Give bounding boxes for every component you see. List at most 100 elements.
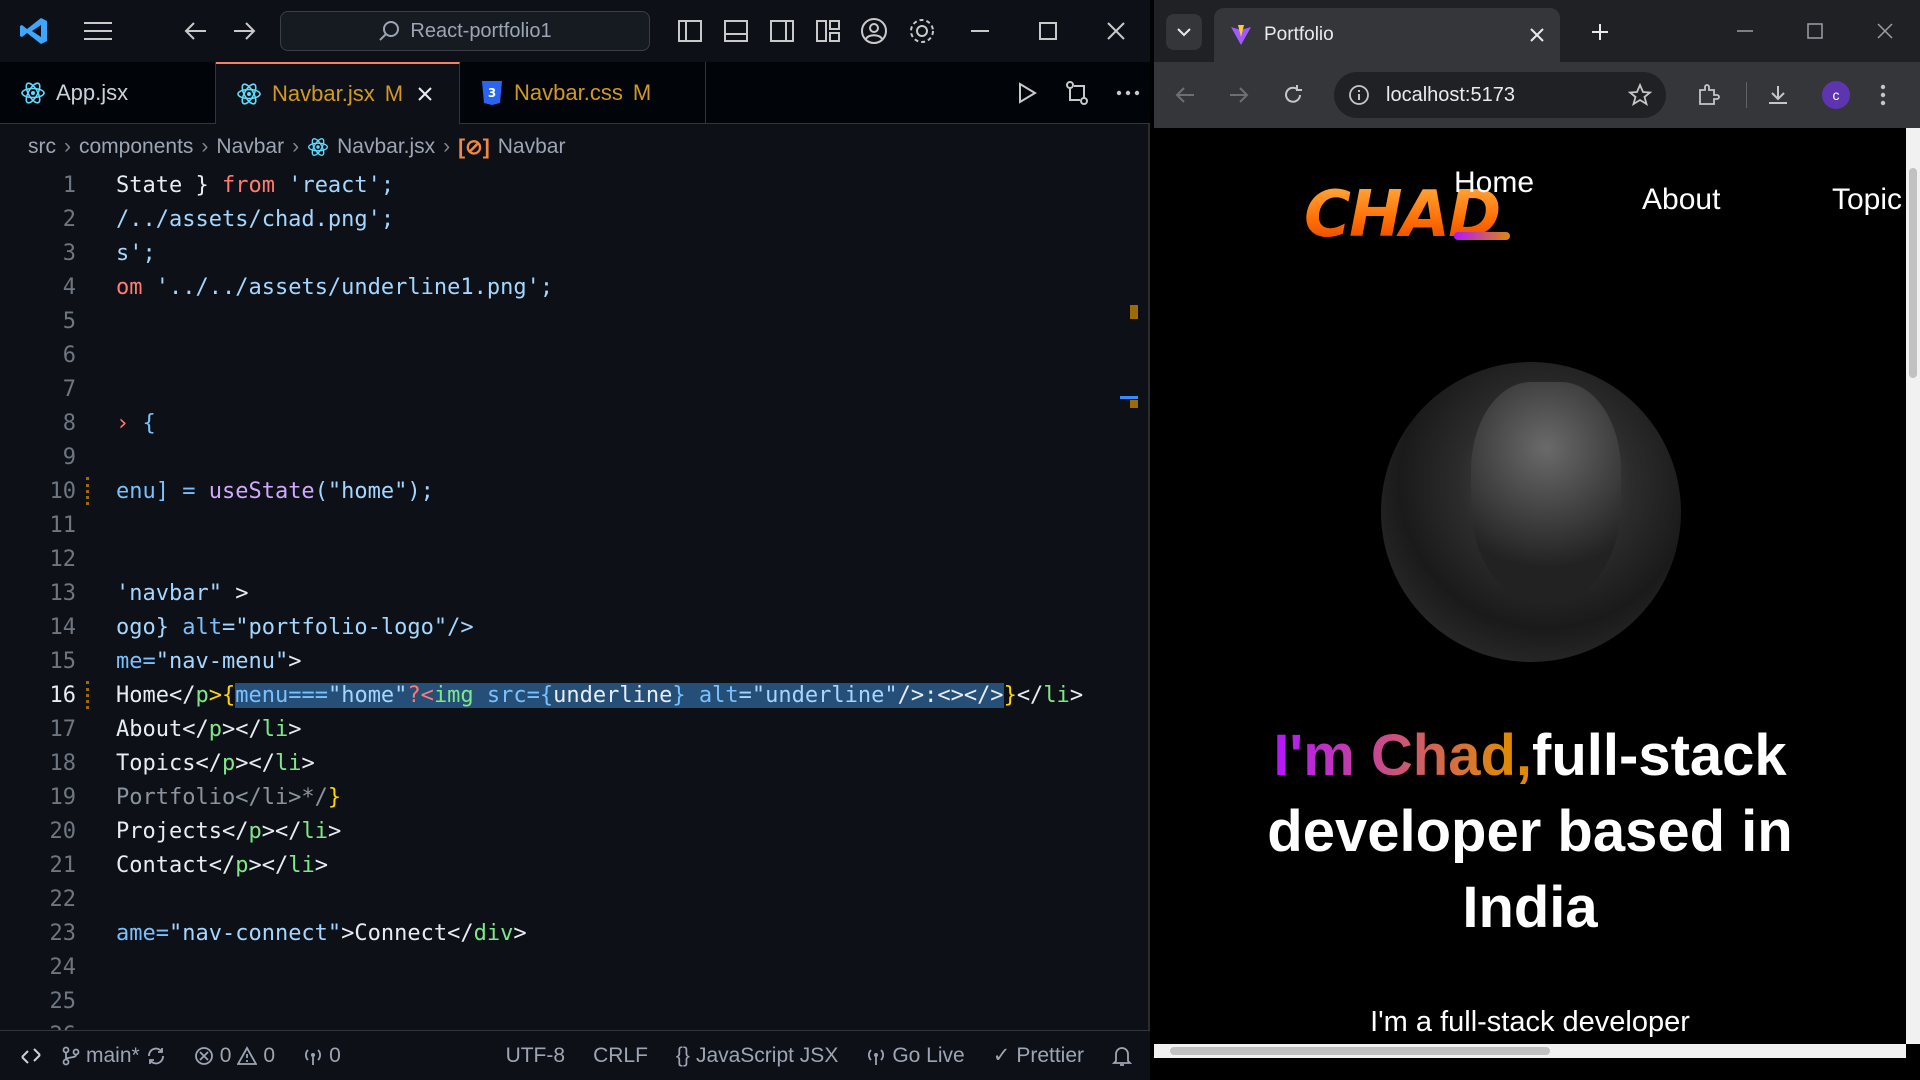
nav-item-about[interactable]: About xyxy=(1642,183,1720,217)
scrollbar-thumb[interactable] xyxy=(1909,168,1917,378)
language-mode-status[interactable]: {} JavaScript JSX xyxy=(676,1044,838,1068)
browser-tabstrip: Portfolio xyxy=(1154,0,1920,62)
svg-text:3: 3 xyxy=(488,86,496,100)
tab-search-chevron-icon[interactable] xyxy=(1166,14,1202,50)
close-window-icon[interactable] xyxy=(1876,22,1894,40)
back-icon[interactable] xyxy=(1174,62,1196,128)
code-text: Portfolio</li>*/} xyxy=(116,784,342,810)
new-tab-icon[interactable] xyxy=(1582,14,1618,50)
horizontal-scrollbar[interactable] xyxy=(1154,1044,1906,1058)
minimize-icon[interactable] xyxy=(1736,22,1754,40)
minimize-icon[interactable] xyxy=(962,0,998,62)
code-line: 23 ame="nav-connect">Connect</div> xyxy=(0,916,1130,950)
problems-status[interactable]: 0 0 xyxy=(194,1044,275,1068)
chevron-right-icon: › xyxy=(292,135,300,158)
code-text: 'navbar" > xyxy=(116,580,249,606)
tab-navbar-css[interactable]: 3 Navbar.css M xyxy=(460,62,706,124)
downloads-icon[interactable] xyxy=(1766,62,1790,128)
overview-ruler[interactable] xyxy=(1120,168,1138,1030)
branch-status[interactable]: main* xyxy=(62,1044,166,1068)
code-text: om '../../assets/underline1.png'; xyxy=(116,274,554,300)
chevron-right-icon: › xyxy=(201,135,209,158)
run-icon[interactable] xyxy=(1016,82,1038,104)
search-text: React-portfolio1 xyxy=(410,19,552,42)
toggle-sidebar-icon[interactable] xyxy=(672,0,708,62)
headline-text-3: India xyxy=(1462,875,1598,940)
settings-gear-icon[interactable] xyxy=(904,0,940,62)
forward-arrow-icon[interactable] xyxy=(226,0,262,62)
code-line: 24 xyxy=(0,950,1130,984)
encoding-status[interactable]: UTF-8 xyxy=(506,1044,566,1068)
code-text: s'; xyxy=(116,240,156,266)
vertical-scrollbar[interactable] xyxy=(1906,128,1920,1044)
profile-avatar[interactable]: c xyxy=(1822,62,1850,128)
breadcrumb-item[interactable]: components xyxy=(79,135,193,159)
vscode-titlebar: React-portfolio1 xyxy=(0,0,1150,62)
toggle-secondary-sidebar-icon[interactable] xyxy=(764,0,800,62)
maximize-icon[interactable] xyxy=(1806,22,1824,40)
code-text: enu] = useState("home"); xyxy=(116,478,434,504)
address-bar[interactable]: localhost:5173 xyxy=(1334,72,1666,118)
nav-item-topics[interactable]: Topic xyxy=(1832,183,1902,217)
breadcrumb-item[interactable]: Navbar xyxy=(216,135,284,159)
close-window-icon[interactable] xyxy=(1098,0,1134,62)
eol-status[interactable]: CRLF xyxy=(593,1044,648,1068)
code-line-current: 16 Home</p>{menu==="home"?<img src={under… xyxy=(0,678,1130,712)
extensions-puzzle-icon[interactable] xyxy=(1696,62,1720,128)
scrollbar-thumb[interactable] xyxy=(1170,1047,1550,1055)
code-text: Contact</p></li> xyxy=(116,852,328,878)
prettier-status[interactable]: ✓ Prettier xyxy=(993,1043,1084,1068)
nav-underline xyxy=(1454,232,1510,240)
line-number: 6 xyxy=(62,342,76,368)
tab-actions xyxy=(1016,62,1140,124)
vite-logo-icon xyxy=(1230,24,1252,46)
line-number: 25 xyxy=(49,988,77,1014)
breadcrumb-item[interactable]: Navbar xyxy=(498,135,566,159)
breadcrumb-item[interactable]: src xyxy=(28,135,56,159)
nav-item-home[interactable]: Home xyxy=(1454,166,1534,200)
menu-icon[interactable] xyxy=(78,0,118,62)
customize-layout-icon[interactable] xyxy=(810,0,846,62)
breadcrumb-item[interactable]: Navbar.jsx xyxy=(337,135,435,159)
tab-app-jsx[interactable]: App.jsx xyxy=(0,62,216,124)
browser-tab-portfolio[interactable]: Portfolio xyxy=(1214,8,1560,62)
notifications-bell-icon[interactable] xyxy=(1112,1045,1132,1067)
chevron-right-icon: › xyxy=(443,135,451,158)
code-line: 6 xyxy=(0,338,1130,372)
error-count: 0 xyxy=(219,1043,232,1067)
toggle-panel-icon[interactable] xyxy=(718,0,754,62)
profile-face-shape xyxy=(1471,382,1621,602)
code-editor[interactable]: 1 State } from 'react'; 2 /../assets/chad.… xyxy=(0,168,1150,1030)
go-live-button[interactable]: Go Live xyxy=(866,1043,965,1068)
avatar-letter: c xyxy=(1822,81,1850,109)
command-center-search[interactable]: React-portfolio1 xyxy=(280,11,650,51)
site-info-icon[interactable] xyxy=(1348,84,1370,106)
line-number: 16 xyxy=(49,682,77,708)
ports-status[interactable]: 0 xyxy=(303,1044,341,1068)
close-tab-icon[interactable] xyxy=(417,86,433,102)
line-number: 7 xyxy=(62,376,76,402)
line-number: 12 xyxy=(49,546,77,572)
back-arrow-icon[interactable] xyxy=(178,0,214,62)
code-line: 3 s'; xyxy=(0,236,1130,270)
headline-name: I'm Chad, xyxy=(1273,723,1533,788)
remote-indicator-icon[interactable] xyxy=(0,1031,62,1080)
browser-window: Portfolio localhost:5173 c CHAD Home Abo… xyxy=(1154,0,1920,1080)
reload-icon[interactable] xyxy=(1282,62,1304,128)
browser-menu-icon[interactable] xyxy=(1880,62,1886,128)
go-live-label: Go Live xyxy=(892,1043,965,1067)
code-line: 5 xyxy=(0,304,1130,338)
code-text: › { xyxy=(116,410,156,436)
modified-indicator: M xyxy=(384,81,404,106)
close-tab-icon[interactable] xyxy=(1530,28,1544,42)
tab-navbar-jsx[interactable]: Navbar.jsx M xyxy=(216,62,460,124)
modified-indicator: M xyxy=(632,80,652,105)
bookmark-star-icon[interactable] xyxy=(1628,83,1652,107)
compare-changes-icon[interactable] xyxy=(1064,80,1090,106)
more-actions-icon[interactable] xyxy=(1116,90,1140,96)
error-icon xyxy=(194,1046,214,1066)
sync-icon[interactable] xyxy=(146,1046,166,1066)
forward-icon[interactable] xyxy=(1228,62,1250,128)
maximize-icon[interactable] xyxy=(1030,0,1066,62)
accounts-icon[interactable] xyxy=(856,0,892,62)
